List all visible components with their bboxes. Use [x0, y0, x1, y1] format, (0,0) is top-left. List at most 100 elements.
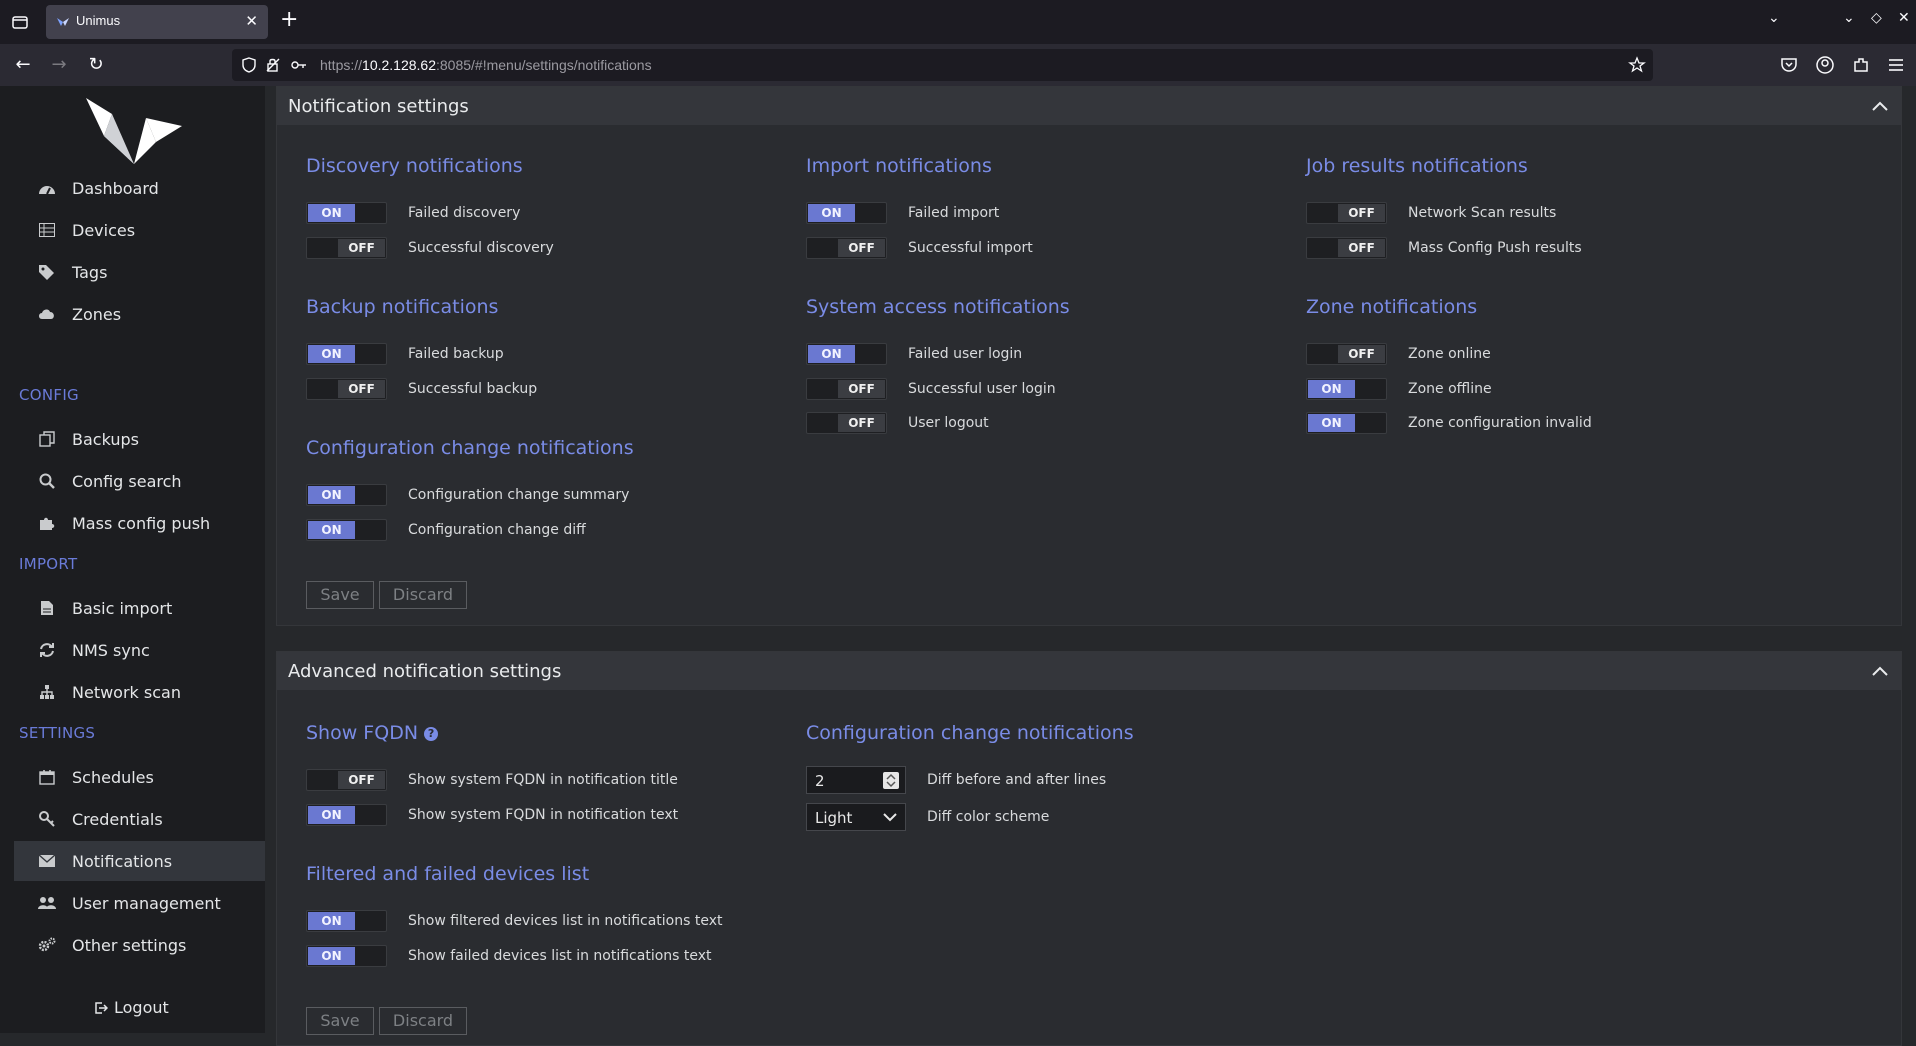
close-tab-icon[interactable]: ✕: [245, 12, 258, 30]
successful-user-login-toggle[interactable]: OFF: [806, 378, 887, 400]
url-text[interactable]: https://10.2.128.62:8085/#!menu/settings…: [320, 57, 652, 73]
shield-icon[interactable]: [240, 56, 258, 74]
zone-offline-toggle[interactable]: ON: [1306, 378, 1387, 400]
sidebar-item-schedules[interactable]: Schedules: [14, 757, 265, 797]
tab-list-icon[interactable]: [10, 12, 30, 32]
sidebar-section-settings: SETTINGS: [19, 724, 96, 742]
toggle-label: Show filtered devices list in notificati…: [408, 913, 723, 929]
pocket-icon[interactable]: [1778, 54, 1800, 76]
toggle-knob: ON: [308, 912, 355, 930]
panel-title: Advanced notification settings: [288, 660, 562, 682]
notification-settings-header[interactable]: Notification settings: [277, 87, 1901, 125]
filtered-failed-devices-title: Filtered and failed devices list: [306, 863, 590, 885]
lock-insecure-icon[interactable]: [264, 56, 282, 74]
toggle-label: Zone online: [1408, 346, 1491, 362]
sidebar-item-notifications[interactable]: Notifications: [14, 841, 265, 881]
sidebar-item-credentials[interactable]: Credentials: [14, 799, 265, 839]
sidebar-item-devices[interactable]: Devices: [14, 210, 265, 250]
zone-configuration-invalid-toggle[interactable]: ON: [1306, 412, 1387, 434]
sitemap-icon: [36, 681, 58, 703]
advanced-notification-settings-header[interactable]: Advanced notification settings: [277, 652, 1901, 690]
account-icon[interactable]: [1814, 54, 1836, 76]
toggle-label: Successful import: [908, 240, 1033, 256]
successful-discovery-toggle[interactable]: OFF: [306, 237, 387, 259]
browser-tab[interactable]: Unimus ✕: [46, 5, 268, 39]
stepper-icon[interactable]: [883, 772, 899, 789]
forward-icon[interactable]: →: [48, 54, 70, 76]
discard-button[interactable]: Discard: [379, 581, 467, 609]
failed-backup-toggle[interactable]: ON: [306, 343, 387, 365]
diff-color-scheme-select[interactable]: Light: [806, 803, 906, 831]
zone-online-toggle[interactable]: OFF: [1306, 343, 1387, 365]
filtered-devices-toggle[interactable]: ON: [306, 910, 387, 932]
toggle-knob: ON: [1308, 380, 1355, 398]
toggle-label: Successful discovery: [408, 240, 554, 256]
puzzle-icon: [36, 512, 58, 534]
bookmark-star-icon[interactable]: [1628, 56, 1646, 74]
help-icon[interactable]: ?: [424, 727, 439, 741]
failed-discovery-toggle[interactable]: ON: [306, 202, 387, 224]
table-icon: [36, 219, 58, 241]
new-tab-icon[interactable]: +: [280, 9, 298, 31]
sidebar-item-nms-sync[interactable]: NMS sync: [14, 630, 265, 670]
reload-icon[interactable]: ↻: [85, 54, 107, 76]
sidebar-item-zones[interactable]: Zones: [14, 294, 265, 334]
minimize-icon[interactable]: ⌄: [1843, 10, 1855, 26]
failed-devices-toggle[interactable]: ON: [306, 945, 387, 967]
close-window-icon[interactable]: ✕: [1898, 10, 1910, 26]
toggle-label: Failed discovery: [408, 205, 521, 221]
sidebar-item-tags[interactable]: Tags: [14, 252, 265, 292]
chevron-up-icon[interactable]: [1871, 665, 1889, 677]
key-icon[interactable]: [290, 56, 308, 74]
failed-user-login-toggle[interactable]: ON: [806, 343, 887, 365]
unimus-logo[interactable]: [84, 96, 184, 166]
chevron-up-icon[interactable]: [1871, 100, 1889, 112]
logout-icon: [95, 1001, 108, 1014]
diff-lines-input[interactable]: 2: [806, 766, 906, 794]
advanced-discard-button[interactable]: Discard: [379, 1007, 467, 1035]
toggle-row-configuration-change-summary: ON Configuration change summary: [306, 484, 629, 506]
user-logout-toggle[interactable]: OFF: [806, 412, 887, 434]
toggle-label: Show failed devices list in notification…: [408, 948, 712, 964]
network-scan-results-toggle[interactable]: OFF: [1306, 202, 1387, 224]
sidebar-item-dashboard[interactable]: Dashboard: [14, 168, 265, 208]
extensions-icon[interactable]: [1850, 54, 1872, 76]
list-all-tabs-icon[interactable]: ⌄: [1768, 10, 1780, 26]
configuration-change-diff-toggle[interactable]: ON: [306, 519, 387, 541]
browser-nav-bar: ← → ↻ https://10.2.128.62:8085/#!menu/se…: [0, 44, 1916, 86]
back-icon[interactable]: ←: [12, 54, 34, 76]
toggle-knob: OFF: [338, 380, 385, 398]
fqdn-title-toggle[interactable]: OFF: [306, 769, 387, 791]
browser-tab-bar: Unimus ✕ + ⌄ ⌄ ◇ ✕: [0, 0, 1916, 44]
toggle-row-configuration-change-diff: ON Configuration change diff: [306, 519, 586, 541]
show-fqdn-title: Show FQDN?: [306, 722, 439, 744]
save-button[interactable]: Save: [306, 581, 374, 609]
successful-import-toggle[interactable]: OFF: [806, 237, 887, 259]
sidebar-item-backups[interactable]: Backups: [14, 419, 265, 459]
sidebar-item-label: Basic import: [72, 598, 173, 618]
url-bar[interactable]: https://10.2.128.62:8085/#!menu/settings…: [232, 49, 1653, 81]
sidebar-item-config-search[interactable]: Config search: [14, 461, 265, 501]
failed-import-toggle[interactable]: ON: [806, 202, 887, 224]
fqdn-text-toggle[interactable]: ON: [306, 804, 387, 826]
menu-icon[interactable]: [1885, 54, 1907, 76]
advanced-save-button[interactable]: Save: [306, 1007, 374, 1035]
sidebar-item-label: User management: [72, 893, 221, 913]
show-fqdn-title-text: Show FQDN: [306, 722, 419, 744]
toggle-knob: OFF: [338, 239, 385, 257]
sidebar-item-basic-import[interactable]: Basic import: [14, 588, 265, 628]
sidebar-item-label: Mass config push: [72, 513, 211, 533]
sidebar: Dashboard Devices Tags Zones CONFIG Back…: [0, 86, 265, 1033]
sidebar-item-mass-config-push[interactable]: Mass config push: [14, 503, 265, 543]
mass-config-push-results-toggle[interactable]: OFF: [1306, 237, 1387, 259]
sidebar-item-other-settings[interactable]: Other settings: [14, 925, 265, 965]
sidebar-item-network-scan[interactable]: Network scan: [14, 672, 265, 712]
successful-backup-toggle[interactable]: OFF: [306, 378, 387, 400]
maximize-icon[interactable]: ◇: [1871, 10, 1882, 26]
diff-lines-row: 2 Diff before and after lines: [806, 766, 1106, 794]
toggle-knob: ON: [308, 345, 355, 363]
logout-link[interactable]: Logout: [94, 998, 169, 1017]
configuration-change-summary-toggle[interactable]: ON: [306, 484, 387, 506]
toggle-label: Network Scan results: [1408, 205, 1557, 221]
sidebar-item-user-management[interactable]: User management: [14, 883, 265, 923]
